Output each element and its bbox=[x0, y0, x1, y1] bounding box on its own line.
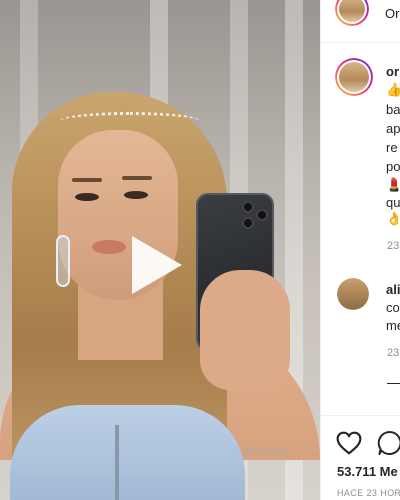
lipstick-emoji: 💄 bbox=[386, 178, 400, 193]
caption-line: ba bbox=[386, 102, 400, 117]
comment-username[interactable]: ali bbox=[386, 280, 400, 300]
tiara bbox=[60, 112, 200, 130]
play-icon[interactable] bbox=[118, 230, 188, 300]
denim-top bbox=[10, 405, 245, 500]
video-player[interactable] bbox=[0, 0, 320, 500]
eye bbox=[124, 191, 148, 199]
hand bbox=[200, 270, 290, 390]
earring bbox=[56, 235, 70, 287]
header-username[interactable]: Ori bbox=[385, 4, 400, 24]
comment-timestamp[interactable]: 23 bbox=[387, 347, 399, 359]
zipper bbox=[115, 425, 119, 500]
avatar[interactable] bbox=[335, 0, 369, 26]
post-age[interactable]: HACE 23 HOR bbox=[337, 488, 400, 498]
eye bbox=[75, 193, 99, 201]
bracelet bbox=[242, 448, 290, 454]
comment-line: co bbox=[386, 300, 400, 315]
caption-line: qu bbox=[386, 195, 400, 210]
caption-timestamp[interactable]: 23 bbox=[387, 240, 399, 252]
brow bbox=[72, 178, 102, 182]
actions-divider bbox=[321, 415, 400, 416]
view-replies-line[interactable] bbox=[387, 383, 400, 384]
caption-line: po bbox=[386, 159, 400, 174]
caption-avatar[interactable] bbox=[335, 58, 373, 96]
brow bbox=[122, 176, 152, 180]
ok-hand-emoji: 👌 bbox=[386, 212, 400, 227]
likes-count[interactable]: 53.711 Me bbox=[337, 462, 398, 482]
comment-line: me bbox=[386, 318, 400, 333]
caption-username[interactable]: or bbox=[386, 62, 399, 82]
thumbs-up-emoji: 👍 bbox=[386, 83, 400, 98]
caption-line: re bbox=[386, 140, 398, 155]
caption-line: ap bbox=[386, 121, 400, 136]
heart-icon[interactable] bbox=[336, 431, 362, 455]
post-details-panel: Ori or 👍 ba ap re po 💄 qu 👌 23 ali co me… bbox=[320, 0, 400, 500]
comment-avatar[interactable] bbox=[337, 278, 369, 310]
comment-icon[interactable] bbox=[377, 430, 400, 456]
header-divider bbox=[321, 42, 400, 43]
